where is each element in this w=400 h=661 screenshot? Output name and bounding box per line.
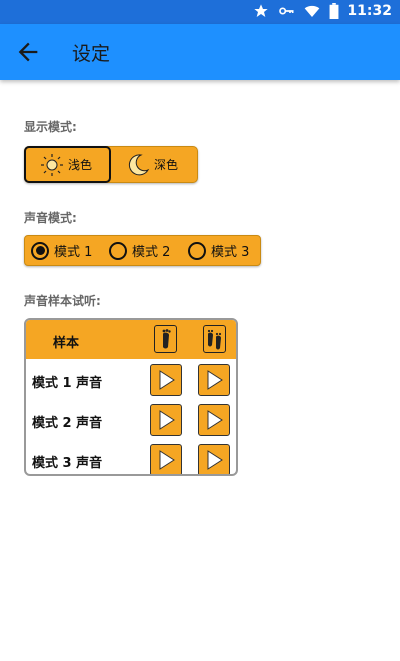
status-icons: 11:32 — [253, 3, 392, 19]
sound-mode-1-radio[interactable]: 模式 1 — [31, 241, 92, 260]
back-arrow-icon[interactable] — [14, 38, 42, 66]
theme-light-label: 浅色 — [68, 158, 93, 172]
sun-icon — [41, 153, 63, 176]
theme-dark-label: 深色 — [154, 158, 179, 172]
theme-light-button[interactable]: 浅色 — [24, 146, 111, 183]
play-icon — [159, 410, 175, 430]
row-label: 模式 1 声音 — [32, 376, 103, 391]
radio-circle — [31, 241, 49, 260]
star-icon — [254, 4, 269, 17]
sound-mode-group: 模式 1 模式 2 模式 3 — [24, 235, 261, 266]
status-time: 11:32 — [347, 3, 392, 19]
page-title: 设定 — [72, 43, 111, 65]
sound-mode-3-label: 模式 3 — [211, 245, 250, 260]
table-row: 模式 3 声音 — [26, 442, 236, 474]
row-label: 模式 2 声音 — [32, 416, 103, 431]
table-header-label: 样本 — [53, 336, 80, 351]
play-icon — [159, 450, 175, 470]
table-row: 模式 2 声音 — [26, 402, 236, 442]
play-button[interactable] — [150, 404, 182, 436]
play-icon — [207, 450, 223, 470]
radio-selected-dot — [35, 246, 45, 255]
sound-sample-label: 声音样本试听: — [24, 294, 101, 308]
play-button[interactable] — [198, 444, 230, 474]
status-bar: 11:32 — [0, 0, 400, 24]
theme-dark-button[interactable]: 深色 — [112, 147, 198, 182]
play-button[interactable] — [198, 404, 230, 436]
sound-mode-2-label: 模式 2 — [132, 245, 171, 260]
battery-icon — [329, 3, 339, 19]
row-label: 模式 3 声音 — [32, 456, 103, 471]
double-foot-icon — [203, 325, 226, 353]
sound-mode-2-radio[interactable]: 模式 2 — [109, 241, 170, 260]
app-bar: 设定 — [0, 24, 400, 80]
single-foot-icon — [154, 325, 177, 353]
play-icon — [207, 410, 223, 430]
play-button[interactable] — [198, 364, 230, 396]
play-icon — [159, 370, 175, 390]
display-mode-label: 显示模式: — [24, 120, 77, 134]
sound-mode-1-label: 模式 1 — [54, 245, 93, 260]
sound-sample-table: 样本 模式 1 声音 模式 2 声音 模式 3 声音 — [24, 318, 238, 476]
sound-mode-3-radio[interactable]: 模式 3 — [188, 241, 249, 260]
radio-circle — [109, 241, 127, 260]
moon-icon — [128, 153, 150, 175]
table-header: 样本 — [26, 320, 236, 359]
radio-circle — [188, 241, 206, 260]
wifi-icon — [305, 5, 320, 17]
table-row: 模式 1 声音 — [26, 362, 236, 402]
play-button[interactable] — [150, 364, 182, 396]
key-icon — [279, 7, 294, 15]
theme-toggle: 浅色 深色 — [24, 146, 198, 183]
play-icon — [207, 370, 223, 390]
play-button[interactable] — [150, 444, 182, 474]
sound-mode-label: 声音模式: — [24, 211, 77, 225]
